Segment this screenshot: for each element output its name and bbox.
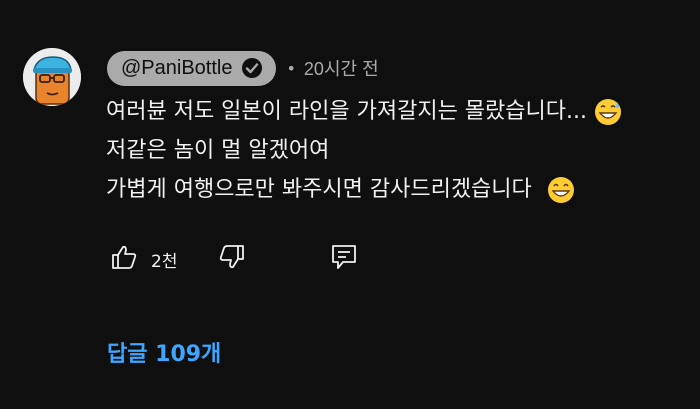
comment-line: 여러뷴 저도 일본이 라인을 가져갈지는 몰랐습니다... [106, 92, 696, 131]
grinning-sweat-emoji [593, 97, 623, 127]
grinning-emoji [546, 175, 576, 205]
comment-line-text: 여러뷴 저도 일본이 라인을 가져갈지는 몰랐습니다... [106, 99, 587, 124]
check-circle-icon [240, 56, 264, 80]
comment-actions: 2천 [109, 241, 359, 277]
thumbs-up-icon [110, 243, 138, 275]
comment-line: 저같은 놈이 멀 알겠어여 [106, 131, 696, 170]
comment-thread: @PaniBottle • 20시간 전 여러뷴 저도 일본이 라인을 가져갈지… [0, 0, 700, 409]
comment-line: 가볍게 여행으로만 봐주시면 감사드리겠습니다 [106, 170, 696, 209]
reply-button[interactable] [329, 244, 359, 274]
like-count: 2천 [151, 251, 178, 272]
comment-line-text: 가볍게 여행으로만 봐주시면 감사드리겠습니다 [106, 177, 532, 202]
author-name[interactable]: @PaniBottle [121, 57, 232, 80]
comment-line-text: 저같은 놈이 멀 알겠어여 [106, 138, 330, 163]
reply-icon [330, 243, 358, 275]
avatar[interactable] [23, 48, 81, 106]
separator-dot: • [286, 58, 296, 78]
comment-header: @PaniBottle • 20시간 전 [107, 50, 379, 86]
comment-body: 여러뷴 저도 일본이 라인을 가져갈지는 몰랐습니다... 저같은 놈이 멀 알… [106, 92, 696, 209]
replies-toggle[interactable]: 답글 109개 [107, 336, 221, 368]
author-chip[interactable]: @PaniBottle [107, 50, 277, 86]
like-button[interactable] [109, 244, 139, 274]
timestamp[interactable]: 20시간 전 [304, 55, 379, 81]
dislike-button[interactable] [217, 244, 247, 274]
thumbs-down-icon [218, 243, 246, 275]
